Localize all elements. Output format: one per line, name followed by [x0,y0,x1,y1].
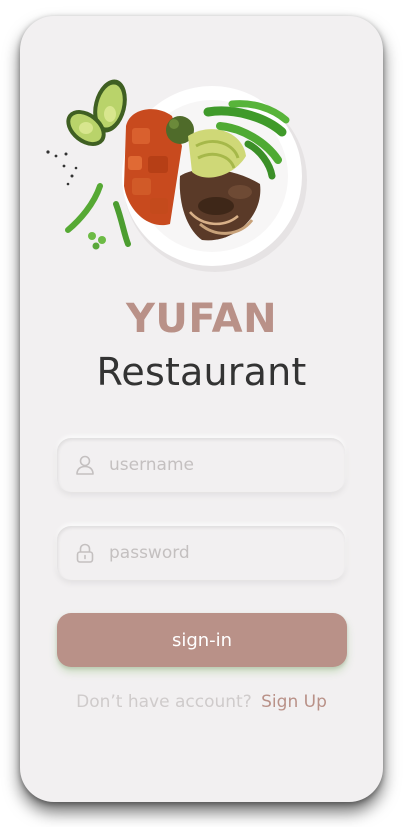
sign-in-button[interactable]: sign-in [57,613,347,667]
user-icon [71,451,99,479]
food-bowl-image [46,79,307,272]
password-input[interactable] [107,542,331,564]
username-field[interactable] [57,438,345,492]
brand-name: YUFAN [125,296,278,342]
signup-prompt: Don’t have account? Sign Up [20,692,383,712]
login-card: YUFAN Restaurant sign-in Don’t have acco… [20,16,383,802]
lock-icon [71,539,99,567]
signup-question: Don’t have account? [76,692,252,712]
sign-up-link[interactable]: Sign Up [261,692,327,712]
brand-subtitle: Restaurant [96,350,307,394]
password-field[interactable] [57,526,345,580]
username-input[interactable] [107,454,331,476]
